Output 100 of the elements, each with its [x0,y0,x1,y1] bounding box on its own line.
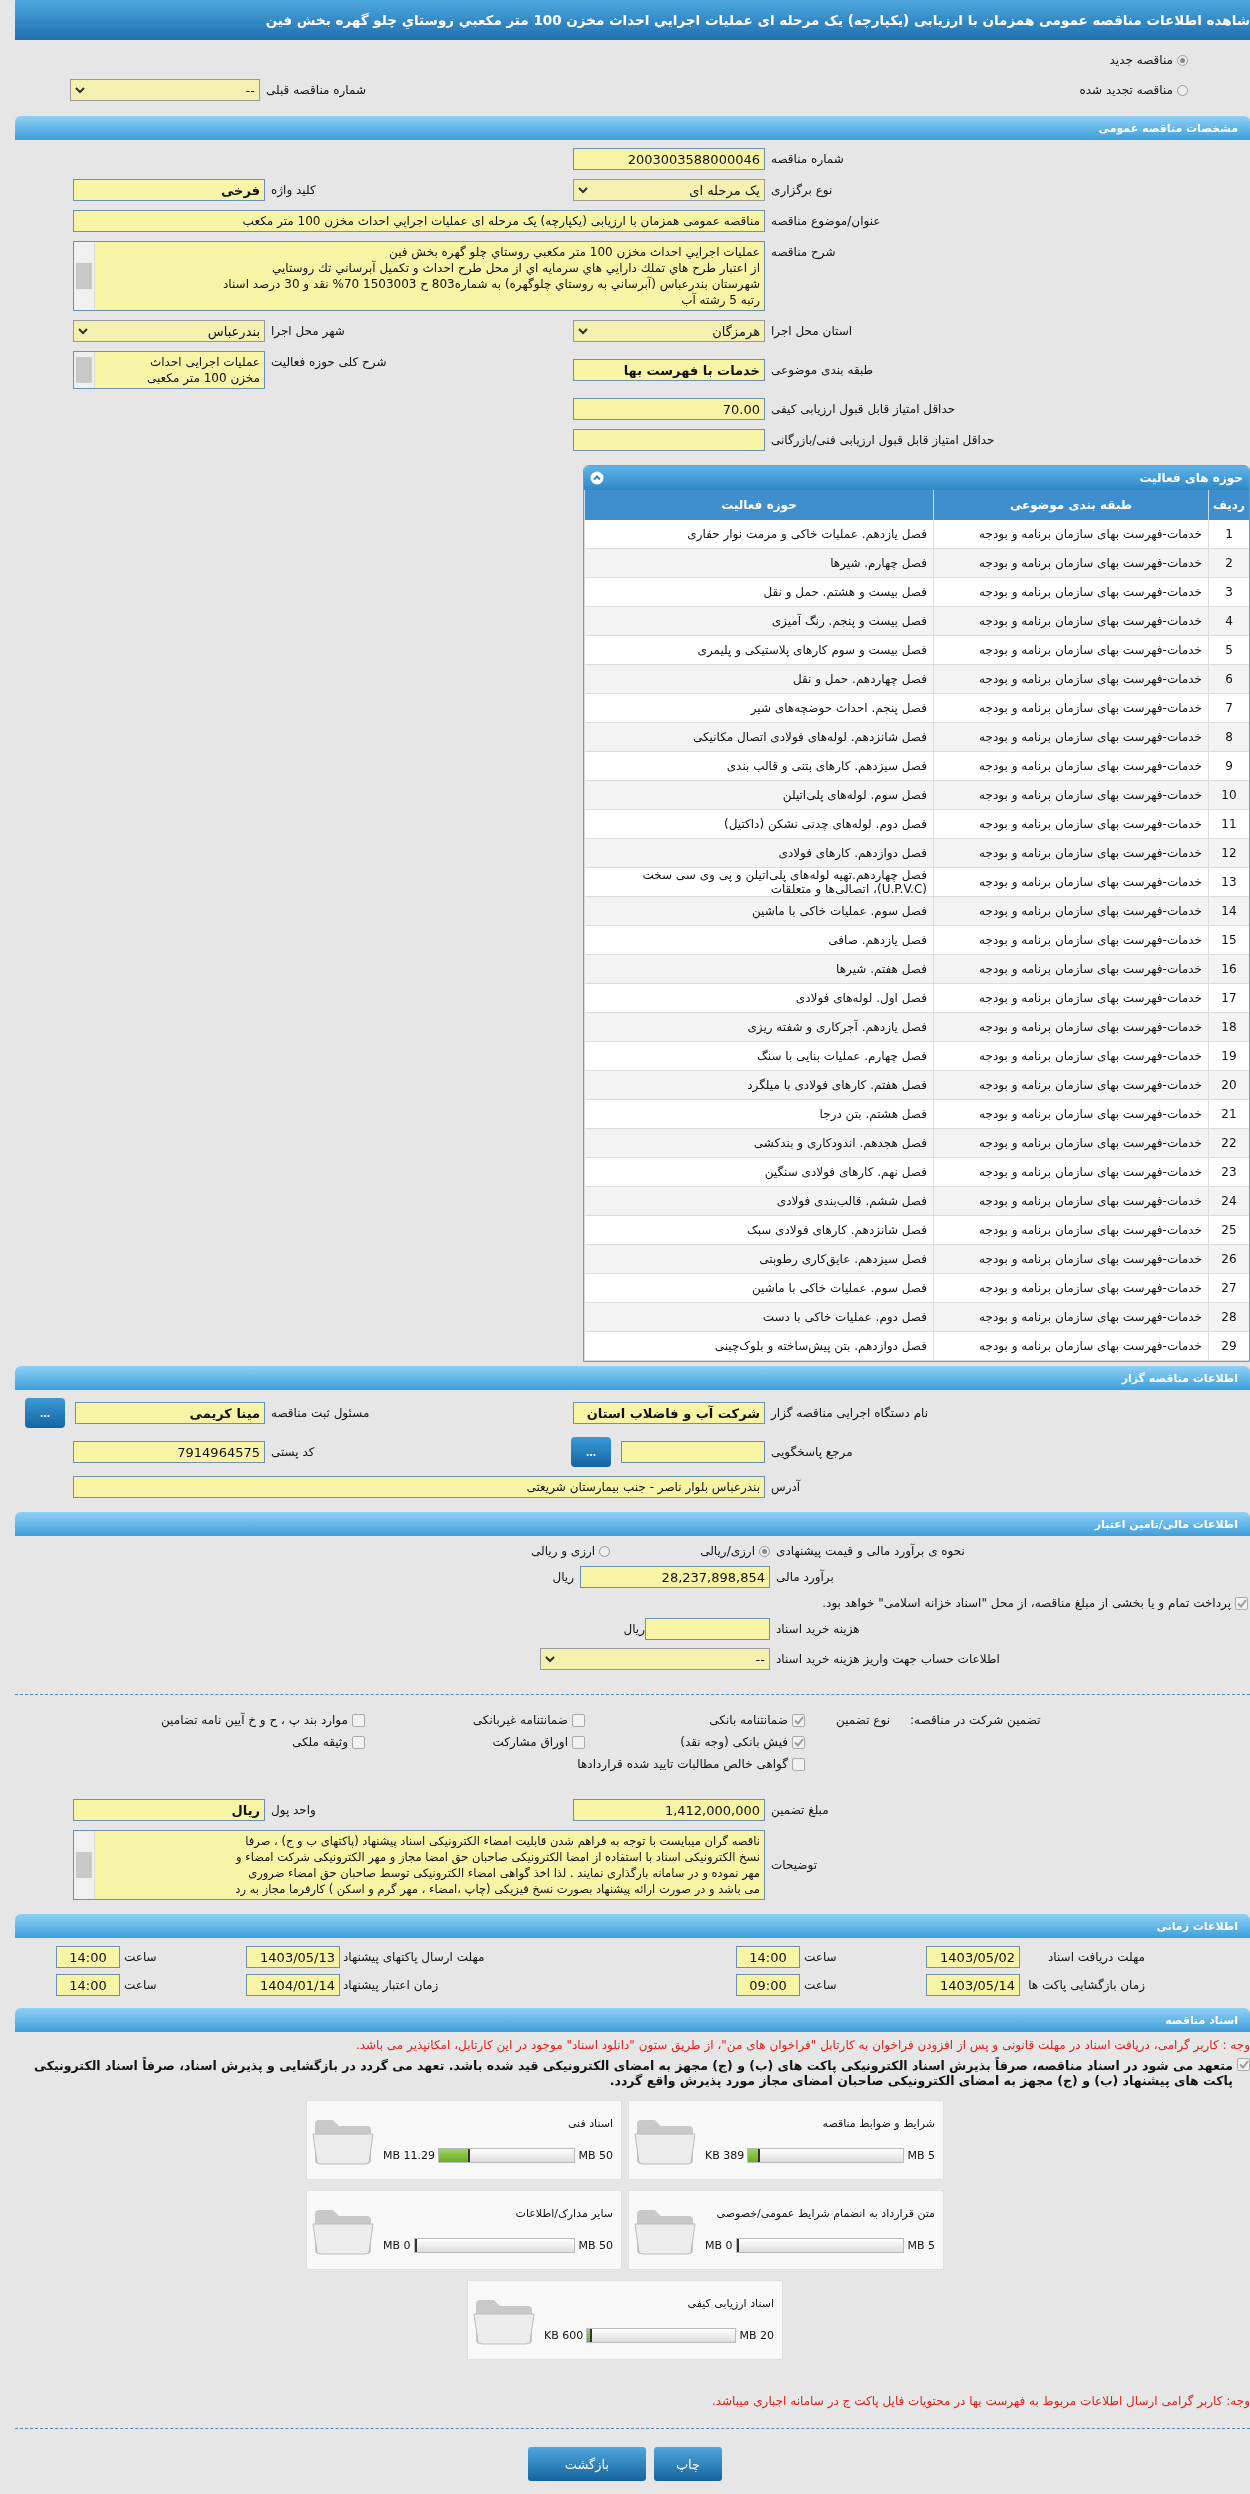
table-cell: خدمات-فهرست بهای سازمان برنامه و بودجه [933,1302,1209,1332]
table-cell: فصل سیزدهم. کارهای بتنی و قالب بندی [584,751,934,781]
dropdown[interactable]: -- [70,79,260,101]
input-field[interactable]: 1404/01/14 [246,1974,340,1996]
table-cell: خدمات-فهرست بهای سازمان برنامه و بودجه [933,983,1209,1013]
table-cell: 8 [1208,722,1249,752]
text-area[interactable]: ناقصه گران میبایست با توجه به فراهم شدن قابلیت امضاء الکترونیکی اسناد پیشنهاد (پاکتهای ب و ج) ، صرفا نسخ الکترونیکی اسناد با استفاده از امضا الکترونیکی صاحبان حق امضا مجاز و مهر الکترونیکی شرکت امضاء و مهر نموده و در سامانه بارگذاری نمایند . لذا اخذ گواهی امضاء الکترونیکی توسط صاحبان حق امضاء ضروری می باشد و در صورت ارائه پیشنهاد بصورت نسخ فیزیکی (چاپ ،امضاء ، مهر گرم و اسکن ) کارفرما مجاز به رد [73,1830,765,1900]
section-title: اسناد مناقصه [1165,2013,1238,2027]
table-cell: فصل دوازدهم. بتن پیش‌ساخته و بلوک‌چینی [584,1331,934,1361]
table-cell: خدمات-فهرست بهای سازمان برنامه و بودجه [933,1012,1209,1042]
field-label: نوع تضمین [836,1713,890,1727]
input-field[interactable]: 28,237,898,854 [580,1566,770,1588]
table-cell: 21 [1208,1099,1249,1129]
table-cell: خدمات-فهرست بهای سازمان برنامه و بودجه [933,1099,1209,1129]
table-cell: فصل چهارم. عملیات بنایی با سنگ [584,1041,934,1071]
input-field[interactable]: 2003003588000046 [573,148,765,170]
table-cell: خدمات-فهرست بهای سازمان برنامه و بودجه [933,1186,1209,1216]
table-cell: 13 [1208,867,1249,897]
input-field[interactable]: 1403/05/13 [246,1946,340,1968]
input-field[interactable]: 14:00 [56,1974,120,1996]
input-field[interactable]: فرخی [73,179,265,201]
table-cell: 29 [1208,1331,1249,1361]
table-cell: خدمات-فهرست بهای سازمان برنامه و بودجه [933,780,1209,810]
field-label: ساعت [803,1950,837,1964]
field-label: شماره مناقصه [770,152,844,166]
size-used: 0 MB [705,2239,733,2252]
dropdown[interactable]: یک مرحله ای [573,179,765,201]
table-cell: 9 [1208,751,1249,781]
input-field[interactable]: 70.00 [573,398,765,420]
table-cell: فصل هجدهم. اندودکاری و بندکشی [584,1128,934,1158]
section-title: اطلاعات مالی/تامین اعتبار [1094,1517,1238,1531]
field-label: واحد پول [270,1803,316,1817]
table-cell: خدمات-فهرست بهای سازمان برنامه و بودجه [933,635,1209,665]
checkbox-label: ضمانتنامه بانکی [709,1713,788,1727]
checkbox-label: ضمانتنامه غیربانکی [472,1713,568,1727]
table-cell: 24 [1208,1186,1249,1216]
table-cell: فصل ششم. قالب‌بندی فولادی [584,1186,934,1216]
table-cell: خدمات-فهرست بهای سازمان برنامه و بودجه [933,1331,1209,1361]
input-field[interactable]: ریال [73,1799,265,1821]
table-cell: فصل دوم. عملیات خاکی با دست [584,1302,934,1332]
browse-button[interactable]: ... [25,1398,65,1428]
page-title: شاهده اطلاعات مناقصه عمومی همزمان با ارزیابی (یکپارچه) یک مرحله ای عملیات اجرايي احداث مخزن 100 متر مكعبي روستاي چلو گهره بخش فين [265,12,1250,28]
field-label: اطلاعات حساب جهت واریز هزینه خرید اسناد [775,1652,1000,1666]
field-label: شرح کلی حوزه فعالیت [270,354,387,369]
table-cell: 4 [1208,606,1249,636]
size-limit: 5 MB [907,2239,935,2252]
table-cell: خدمات-فهرست بهای سازمان برنامه و بودجه [933,577,1209,607]
input-field[interactable]: 14:00 [736,1946,800,1968]
section-title: مشخصات مناقصه عمومی [1098,121,1238,135]
table-cell: فصل بیست و هشتم. حمل و نقل [584,577,934,607]
field-label: نام دستگاه اجرایی مناقصه گزار [769,1406,929,1420]
input-field[interactable]: خدمات با فهرست بها [573,359,765,381]
input-field[interactable]: 1403/05/14 [926,1974,1020,1996]
table-cell: 22 [1208,1128,1249,1158]
table-cell: خدمات-فهرست بهای سازمان برنامه و بودجه [933,1244,1209,1274]
section-title: اطلاعات مناقصه گزار [1121,1371,1238,1385]
table-cell: خدمات-فهرست بهای سازمان برنامه و بودجه [933,896,1209,926]
radio-label: ارزی و ریالی [531,1544,596,1558]
input-field[interactable]: مناقصه عمومی همزمان با ارزیابی (یکپارچه) یک مرحله ای عملیات اجرايي احداث مخزن 100 متر مکعب [73,210,765,232]
input-field[interactable]: 7914964575 [73,1441,265,1463]
file-name: اسناد ارزیابی کیفی [686,2297,774,2310]
dropdown[interactable]: هرمزگان [573,320,765,342]
text-area[interactable]: بندرعباس بلوار ناصر - جنب بیمارستان شریعتی [73,1476,765,1498]
field-label: مسئول ثبت مناقصه [270,1406,370,1420]
table-cell: فصل سیزدهم. عایق‌کاری رطوبتی [584,1244,934,1274]
table-cell: 14 [1208,896,1249,926]
radio-label: ارزی/ریالی [700,1544,755,1558]
text-area[interactable]: عمليات اجرايي احداث مخزن 100 متر مكعبي روستاي چلو گهره بخش فين از اعتبار طرح هاي تملك دارايي هاي سرمايه اي از محل طرح احداث و تكميل آبرساني تك روستايي شهرستان بندرعباس (آبرساني به روستاي چلوگهره) به شماره803 ح 1503003 70% نقد و 30 درصد اسناد رتبه 5 رشته آب [73,241,765,311]
print-button[interactable]: چاپ [653,2447,723,2481]
table-cell: خدمات-فهرست بهای سازمان برنامه و بودجه [933,722,1209,752]
checkbox-label: وثیقه ملکی [291,1735,348,1749]
table-cell: خدمات-فهرست بهای سازمان برنامه و بودجه [933,925,1209,955]
input-field[interactable]: 1,412,000,000 [573,1799,765,1821]
field-label: شهر محل اجرا [270,324,345,338]
input-field[interactable]: 1403/05/02 [926,1946,1020,1968]
field-label: شماره مناقصه قبلی [266,83,366,97]
table-cell: خدمات-فهرست بهای سازمان برنامه و بودجه [933,838,1209,868]
input-field[interactable]: 09:00 [736,1974,800,1996]
table-cell: 2 [1208,548,1249,578]
checkbox-label: متعهد می شود در اسناد مناقصه، صرفاً بذیرش اسناد الکترونیکی پاکت های (ب) و (ج) مجهز به امضای الکترونیکی قید شده باشد. تعهد می گردد در بازگشایی و پذیرش اسناد، صرفاً اسناد الکترونیکی پاکت های پیشنهاد (ب) و (ج) مجهز به امضای الکترونیکی صاحبان امضای مجاز مورد پذیرش واقع گردد. [33,2058,1233,2088]
checkbox-label: موارد بند پ ، ح و خ آیین نامه تضامین [160,1713,348,1727]
back-button[interactable]: بازگشت [527,2447,646,2481]
table-cell: فصل چهاردهم.تهیه لوله‌های پلی‌اتیلن و پی وی سی سخت (U.P.V.C)، اتصالی‌ها و متعلقات [584,867,934,897]
dropdown[interactable]: بندرعباس [73,320,265,342]
text-area[interactable]: عملیات اجرایی احداث مخزن 100 متر مکعبی [73,351,265,389]
table-cell: خدمات-فهرست بهای سازمان برنامه و بودجه [933,1128,1209,1158]
table-cell: خدمات-فهرست بهای سازمان برنامه و بودجه [933,809,1209,839]
table-cell: 17 [1208,983,1249,1013]
field-label: توضیحات [770,1858,818,1872]
dropdown[interactable]: -- [540,1648,770,1670]
browse-button[interactable]: ... [571,1437,611,1467]
input-field[interactable]: 14:00 [56,1946,120,1968]
radio-label: مناقصه تجدید شده [1079,83,1173,97]
input-field[interactable]: شرکت آب و فاضلاب استان [573,1402,765,1424]
table-cell: خدمات-فهرست بهای سازمان برنامه و بودجه [933,867,1209,897]
field-label: زمان اعتبار پیشنهاد [342,1978,439,1992]
field-label: آدرس [770,1478,801,1494]
table-cell: فصل چهاردهم. حمل و نقل [584,664,934,694]
input-field[interactable]: مینا کریمی [75,1402,265,1424]
table-cell: فصل هفتم. کارهای فولادی با میلگرد [584,1070,934,1100]
